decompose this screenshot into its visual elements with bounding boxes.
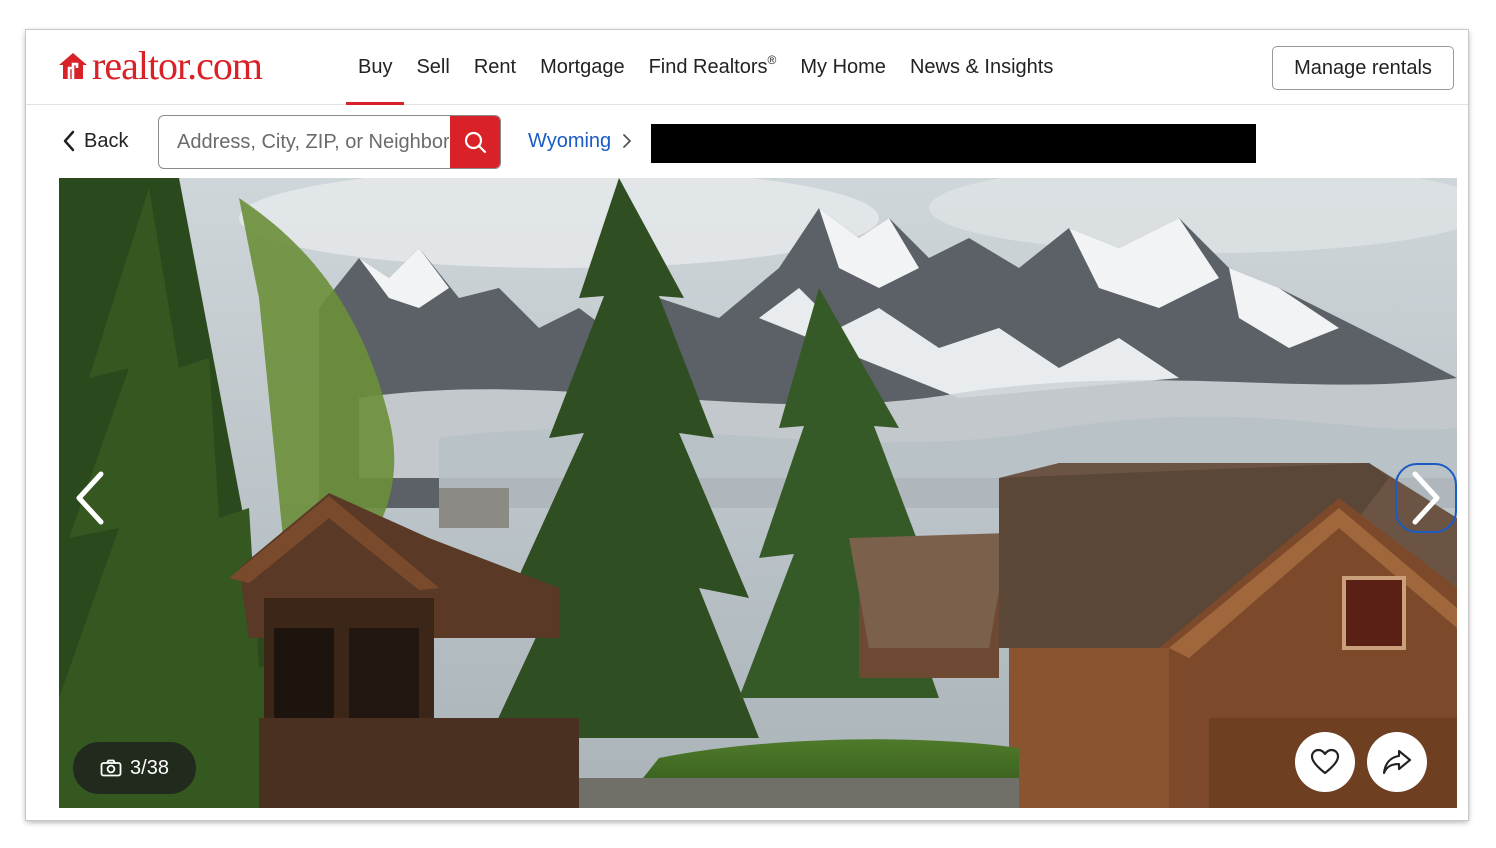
mountain-lodge-photo xyxy=(59,178,1457,808)
registered-mark: ® xyxy=(767,53,777,67)
nav-label: News & Insights xyxy=(909,55,1054,78)
chevron-right-icon xyxy=(623,134,632,148)
breadcrumb-link-wyoming[interactable]: Wyoming xyxy=(528,130,611,153)
favorite-button[interactable] xyxy=(1295,732,1355,792)
back-button[interactable]: Back xyxy=(62,125,128,157)
house-logo-icon xyxy=(59,53,87,79)
nav-rent[interactable]: Rent xyxy=(462,30,528,104)
nav-sell[interactable]: Sell xyxy=(404,30,461,104)
chevron-right-icon xyxy=(1412,471,1440,525)
share-arrow-icon xyxy=(1382,749,1412,775)
browser-page: realtor.com Buy Sell Rent Mortgage Find … xyxy=(26,30,1468,820)
photo-counter[interactable]: 3/38 xyxy=(73,742,196,794)
nav-label: Mortgage xyxy=(540,55,625,78)
search-box xyxy=(158,115,501,169)
chevron-left-icon xyxy=(63,130,75,152)
nav-label: Rent xyxy=(473,55,517,78)
nav-label: Buy xyxy=(358,55,393,78)
realtor-logo[interactable]: realtor.com xyxy=(58,43,263,88)
prev-photo-button[interactable] xyxy=(59,463,121,533)
listing-photo[interactable]: 3/38 xyxy=(59,178,1457,808)
search-button[interactable] xyxy=(450,116,500,168)
nav-news-insights[interactable]: News & Insights xyxy=(898,30,1065,104)
camera-icon xyxy=(100,759,122,777)
nav-buy[interactable]: Buy xyxy=(346,30,405,105)
heart-icon xyxy=(1310,748,1340,775)
nav-my-home[interactable]: My Home xyxy=(788,30,898,104)
manage-rentals-button[interactable]: Manage rentals xyxy=(1272,46,1454,90)
search-icon xyxy=(464,131,487,154)
photo-counter-text: 3/38 xyxy=(130,756,169,779)
nav-label: My Home xyxy=(800,55,886,78)
share-button[interactable] xyxy=(1367,732,1427,792)
main-nav: Buy Sell Rent Mortgage Find Realtors ® My… xyxy=(346,30,1065,105)
next-photo-button[interactable] xyxy=(1395,463,1457,533)
breadcrumb: Wyoming xyxy=(528,125,633,157)
top-header: realtor.com Buy Sell Rent Mortgage Find … xyxy=(26,30,1468,105)
nav-label: Find Realtors xyxy=(648,55,768,78)
search-bar-row: Back Wyoming xyxy=(26,105,1468,177)
chevron-left-icon xyxy=(76,471,104,525)
nav-mortgage[interactable]: Mortgage xyxy=(528,30,637,104)
redacted-address xyxy=(651,124,1256,163)
search-input[interactable] xyxy=(159,116,449,168)
logo-text: realtor.com xyxy=(92,43,263,88)
nav-find-realtors[interactable]: Find Realtors ® xyxy=(637,30,789,104)
nav-label: Sell xyxy=(416,55,450,78)
back-label: Back xyxy=(84,129,129,152)
